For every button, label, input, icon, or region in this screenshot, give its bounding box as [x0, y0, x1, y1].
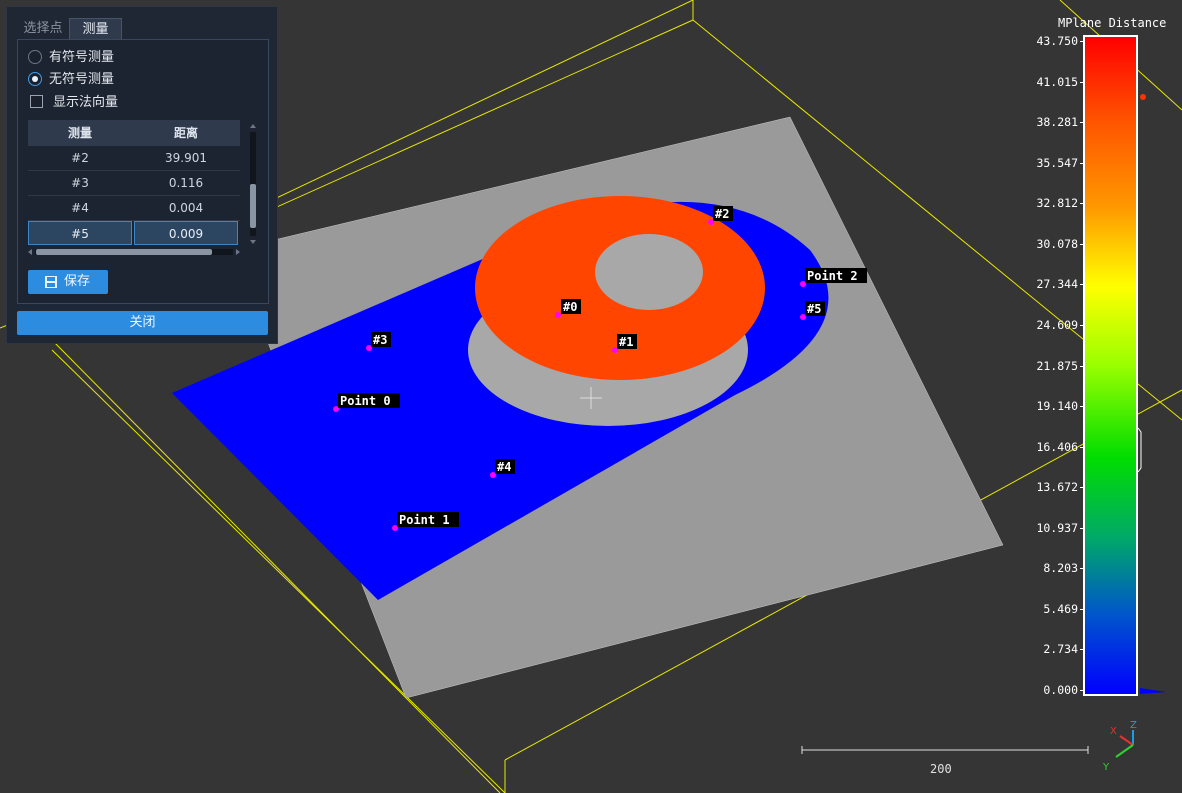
colorbar-tick-mark — [1080, 649, 1085, 651]
vertical-scrollbar[interactable] — [248, 124, 258, 244]
save-button-label: 保存 — [64, 274, 91, 289]
colorbar-tick-mark — [1080, 203, 1085, 205]
cell-distance: 0.004 — [168, 201, 204, 215]
signed-measure-label: 有符号测量 — [49, 50, 115, 65]
scale-bar — [801, 746, 1089, 754]
table-row[interactable]: #3 0.116 — [28, 171, 240, 196]
measure-tab-content: 有符号测量 无符号测量 显示法向量 测量 距离 #2 39.901 #3 0.1… — [17, 39, 269, 304]
label-p2: #2 — [715, 207, 729, 221]
svg-text:Z: Z — [1130, 720, 1137, 731]
colorbar-tick-mark — [1080, 81, 1085, 83]
colorbar-tick-label: 0.000 — [1043, 683, 1078, 697]
colorbar-tick-mark — [1080, 608, 1085, 610]
column-header-measure[interactable]: 测量 — [28, 120, 132, 146]
table-row[interactable]: #2 39.901 — [28, 146, 240, 171]
scrollbar-thumb — [250, 184, 256, 228]
colorbar-tick-mark — [1080, 406, 1085, 408]
colorbar-tick-label: 19.140 — [1036, 399, 1078, 414]
save-disk-icon — [45, 276, 57, 288]
svg-text:X: X — [1110, 726, 1117, 737]
colorbar-tick-mark — [1080, 41, 1085, 42]
cell-measure-id: #4 — [71, 201, 89, 215]
colorbar-tick-mark — [1080, 243, 1085, 245]
label-point0: Point 0 — [340, 394, 391, 408]
cell-measure-id: #2 — [71, 151, 89, 165]
colorbar-tick-label: 38.281 — [1036, 115, 1078, 130]
tab-measure[interactable]: 测量 — [69, 18, 122, 40]
label-point2: Point 2 — [807, 269, 858, 283]
checkbox-icon[interactable] — [30, 95, 43, 108]
cell-distance: 0.009 — [134, 221, 238, 245]
top-face — [475, 196, 765, 380]
unsigned-measure-label: 无符号测量 — [49, 72, 115, 87]
colorbar-tick-label: 41.015 — [1036, 74, 1078, 89]
colorbar-tick-mark — [1080, 527, 1085, 529]
colorbar-tick-label: 5.469 — [1043, 601, 1078, 616]
svg-text:Y: Y — [1102, 762, 1110, 773]
show-normal-label: 显示法向量 — [53, 95, 119, 110]
colorbar-tick-mark — [1080, 446, 1085, 448]
label-p5: #5 — [807, 302, 821, 316]
colorbar-tick-label: 21.875 — [1036, 358, 1078, 373]
scale-bar-label: 200 — [930, 762, 952, 776]
scrollbar-thumb — [36, 249, 212, 255]
cell-distance: 0.116 — [168, 176, 204, 190]
colorbar-title: MPlane Distance — [1058, 16, 1167, 30]
cell-measure-id: #3 — [71, 176, 89, 190]
colorbar-min-marker — [1140, 688, 1166, 694]
label-p3: #3 — [373, 333, 387, 347]
colorbar-tick-mark — [1080, 487, 1085, 489]
label-p1: #1 — [619, 335, 633, 349]
colorbar-tick-label: 2.734 — [1043, 642, 1078, 657]
colorbar-tick-label: 16.406 — [1036, 439, 1078, 454]
cell-measure-id: #5 — [28, 221, 132, 245]
colorbar-tick-label: 32.812 — [1036, 196, 1078, 211]
label-p0: #0 — [563, 300, 577, 314]
colorbar-max-marker — [1140, 94, 1146, 100]
colorbar-tick-mark — [1080, 690, 1085, 691]
radio-circle-icon[interactable] — [28, 50, 42, 64]
tab-select-points[interactable]: 选择点 — [17, 18, 69, 40]
colorbar-tick-mark — [1080, 162, 1085, 164]
colorbar-gradient — [1083, 35, 1138, 696]
colorbar-tick-mark — [1080, 122, 1085, 124]
horizontal-scrollbar[interactable] — [28, 246, 240, 258]
close-button[interactable]: 关闭 — [17, 311, 268, 335]
table-row[interactable]: #4 0.004 — [28, 196, 240, 221]
colorbar-tick-label: 10.937 — [1036, 520, 1078, 535]
label-point1: Point 1 — [399, 513, 450, 527]
label-p4: #4 — [497, 460, 511, 474]
column-header-distance[interactable]: 距离 — [134, 120, 238, 146]
axis-triad-icon: Z X Y — [1102, 720, 1137, 773]
colorbar-tick-mark — [1080, 568, 1085, 570]
colorbar-tick-mark — [1080, 324, 1085, 326]
colorbar-tick-label: 24.609 — [1036, 317, 1078, 332]
cell-distance: 39.901 — [165, 151, 207, 165]
table-header: 测量 距离 — [28, 120, 240, 146]
marker-p0[interactable] — [555, 312, 561, 318]
colorbar-tick-label: 13.672 — [1036, 480, 1078, 495]
save-button[interactable]: 保存 — [28, 270, 108, 294]
table-row-selected[interactable]: #5 0.009 — [28, 221, 240, 246]
colorbar-tick-label: 43.750 — [1036, 34, 1078, 48]
colorbar-tick-label: 30.078 — [1036, 236, 1078, 251]
colorbar-tick-mark — [1080, 365, 1085, 367]
measurement-panel: 选择点 测量 有符号测量 无符号测量 显示法向量 测量 距离 #2 39.901… — [6, 6, 278, 344]
colorbar-bracket — [1137, 427, 1142, 473]
colorbar-tick-mark — [1080, 284, 1085, 286]
colorbar-tick-label: 35.547 — [1036, 155, 1078, 170]
colorbar-tick-label: 8.203 — [1043, 561, 1078, 576]
colorbar-tick-label: 27.344 — [1036, 277, 1078, 292]
radio-selected-icon[interactable] — [28, 72, 42, 86]
